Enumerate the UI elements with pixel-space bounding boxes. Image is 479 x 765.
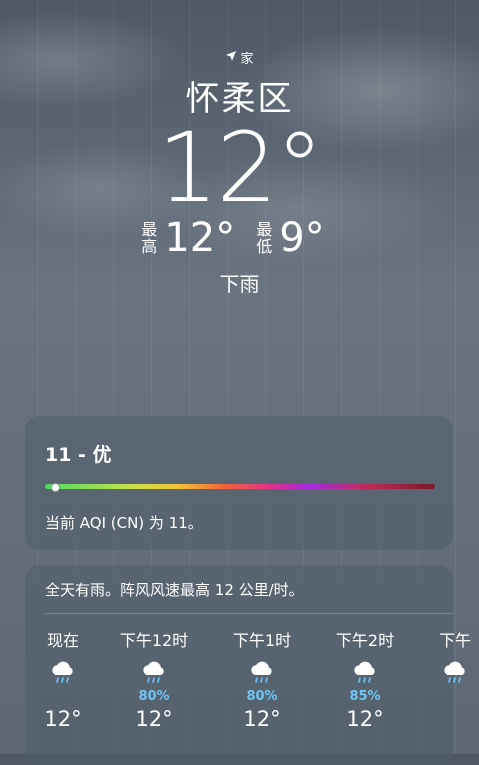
current-temperature: 12° (157, 112, 323, 224)
aqi-scale-bar (45, 484, 435, 489)
low-label: 最低 (256, 220, 273, 256)
weather-condition: 下雨 (219, 272, 260, 296)
hour-temperature: 12° (135, 707, 173, 731)
hourly-item: 下午2时 85% 12° (320, 627, 410, 731)
precip-chance: 80% (246, 689, 278, 704)
rain-cloud-icon (18, 659, 108, 689)
hour-temperature: 12° (243, 707, 281, 731)
forecast-summary: 全天有雨。阵风风速最高 12 公里/时。 (45, 581, 304, 599)
air-quality-card[interactable]: 11 - 优 当前 AQI (CN) 为 11。 (25, 416, 453, 550)
hour-temperature: 12° (346, 707, 384, 731)
high-temperature: 12° (164, 215, 236, 261)
high-label: 最高 (141, 220, 158, 256)
hour-time: 现在 (46, 631, 79, 650)
aqi-title: 11 - 优 (45, 444, 112, 466)
rain-cloud-icon (410, 659, 479, 689)
aqi-description: 当前 AQI (CN) 为 11。 (45, 514, 203, 532)
hour-time: 下午2时 (335, 631, 395, 650)
rain-cloud-icon (109, 659, 199, 689)
hourly-item: 下午1时 80% 12° (217, 627, 307, 731)
hour-temperature: 12° (44, 707, 82, 731)
rain-cloud-icon (217, 659, 307, 689)
forecast-divider (45, 613, 453, 614)
high-low-row: 最高 12° 最低 9° (0, 218, 479, 258)
current-weather-header: 家 怀柔区 12° 最高 12° 最低 9° 下雨 (0, 48, 479, 297)
precip-chance (410, 689, 479, 705)
hourly-item: 下午 (410, 627, 479, 707)
precip-chance: 80% (138, 689, 170, 704)
location-tag: 家 (240, 52, 254, 67)
hour-time: 下午 (438, 631, 471, 650)
aqi-indicator (51, 483, 60, 492)
precip-chance: 85% (349, 689, 381, 704)
hourly-forecast-card[interactable]: 全天有雨。阵风风速最高 12 公里/时。 现在 12° 下午12时 80% 12° 下午1… (25, 565, 471, 765)
low-temperature: 9° (279, 215, 325, 261)
location-row: 家 (0, 48, 479, 67)
hour-time: 下午12时 (119, 631, 189, 650)
hourly-item: 下午12时 80% 12° (109, 627, 199, 731)
hour-time: 下午1时 (232, 631, 292, 650)
rain-cloud-icon (320, 659, 410, 689)
location-arrow-icon (225, 50, 237, 66)
precip-chance (18, 689, 108, 705)
hourly-item: 现在 12° (18, 627, 108, 731)
